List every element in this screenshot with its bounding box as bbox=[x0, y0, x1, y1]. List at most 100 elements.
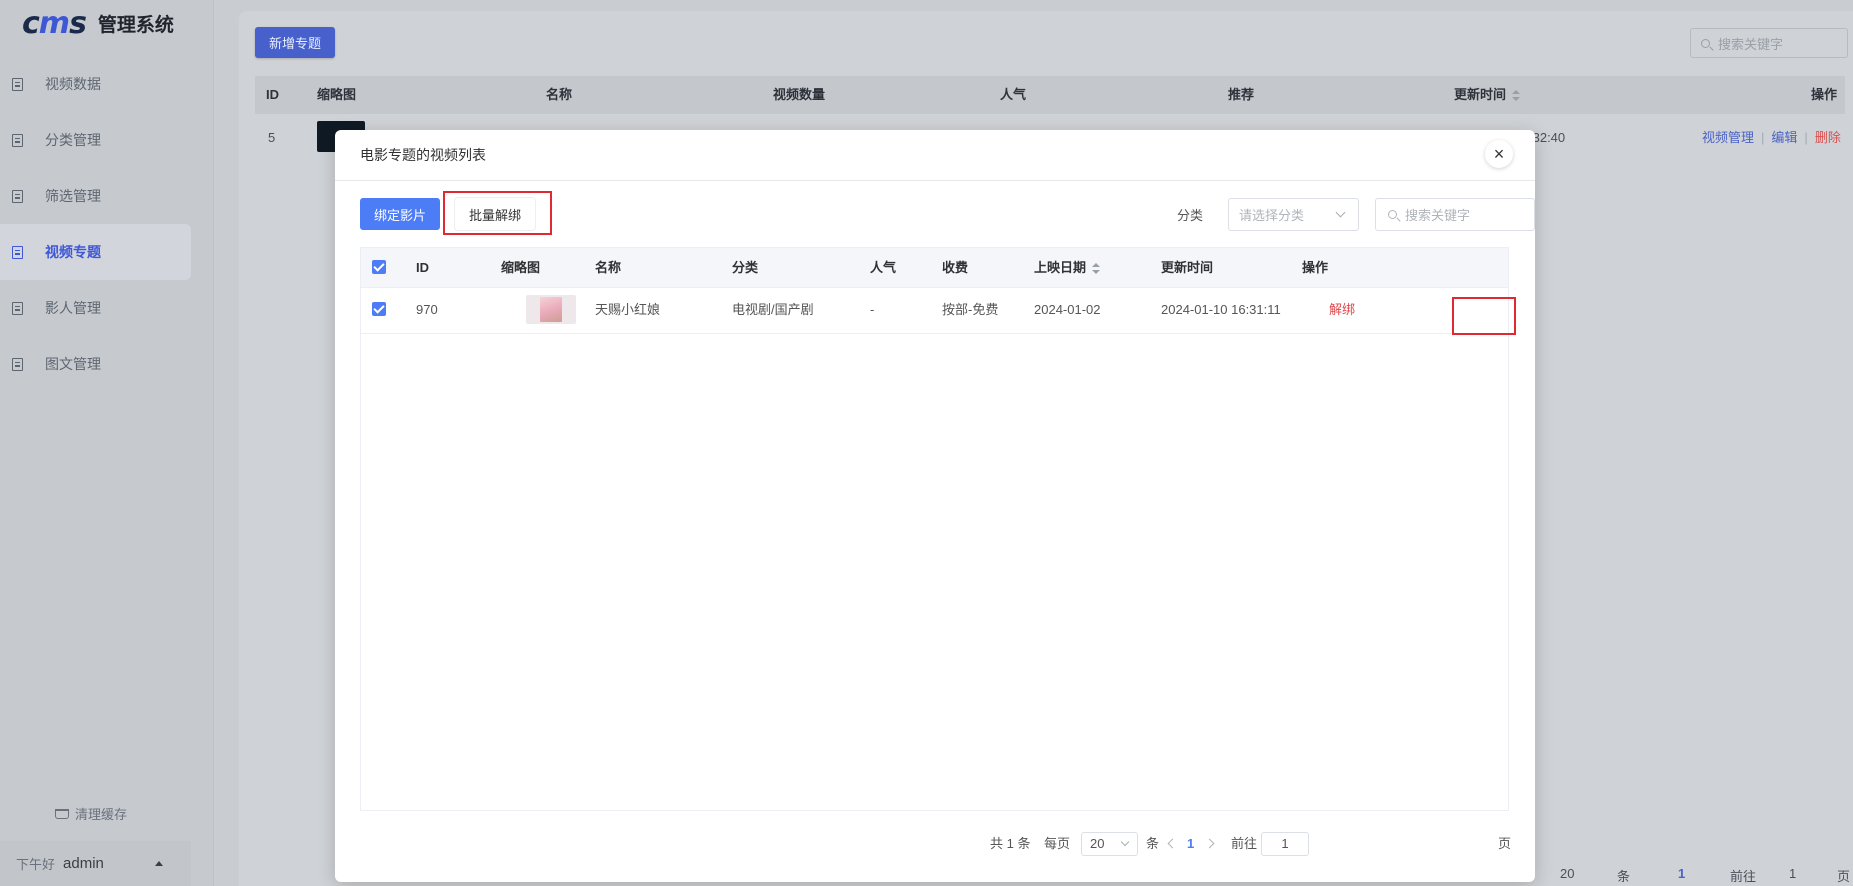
document-icon bbox=[12, 133, 23, 147]
column-header: 名称 bbox=[546, 87, 573, 102]
column-header: 更新时间 bbox=[1161, 260, 1214, 275]
column-header: 缩略图 bbox=[317, 87, 357, 102]
category-placeholder: 请选择分类 bbox=[1239, 208, 1305, 223]
search-icon bbox=[1388, 210, 1397, 219]
goto-page-input[interactable]: 1 bbox=[1261, 832, 1309, 856]
goto-input[interactable]: 1 bbox=[1789, 866, 1796, 881]
page-size-value: 20 bbox=[1090, 836, 1105, 851]
column-header: 收费 bbox=[942, 260, 969, 275]
sidebar-item-label: 视频专题 bbox=[45, 244, 101, 260]
sidebar-item-articles[interactable]: 图文管理 bbox=[0, 336, 191, 392]
sidebar-item-label: 影人管理 bbox=[45, 300, 101, 316]
user-name: admin bbox=[63, 855, 104, 872]
topic-search-input[interactable]: 搜索关键字 bbox=[1690, 28, 1848, 58]
select-all-checkbox[interactable] bbox=[372, 260, 386, 274]
row-category: 电视剧/国产剧 bbox=[732, 302, 814, 317]
dialog-title: 电影专题的视频列表 bbox=[360, 147, 486, 163]
column-header: 人气 bbox=[870, 260, 897, 275]
sidebar-item-video-topics[interactable]: 视频专题 bbox=[0, 224, 191, 280]
document-icon bbox=[12, 77, 23, 91]
next-page-icon[interactable] bbox=[1204, 838, 1215, 849]
sidebar: cms 管理系统 视频数据 分类管理 筛选管理 视频专题 影人管理 图文管理 清… bbox=[0, 0, 214, 886]
column-header: 分类 bbox=[732, 260, 759, 275]
search-placeholder: 搜索关键字 bbox=[1405, 208, 1471, 223]
close-icon: × bbox=[1493, 143, 1505, 164]
column-header: 缩略图 bbox=[501, 260, 541, 275]
column-header-sortable[interactable]: 更新时间 bbox=[1454, 76, 1521, 114]
unbind-link[interactable]: 解绑 bbox=[1329, 287, 1355, 333]
row-name: 天赐小红娘 bbox=[595, 302, 661, 317]
column-header-sortable[interactable]: 上映日期 bbox=[1034, 248, 1101, 287]
column-header: 操作 bbox=[1302, 260, 1329, 275]
dialog-header: 电影专题的视频列表 bbox=[335, 130, 1535, 181]
per-page-label: 每页 bbox=[1044, 836, 1071, 851]
row-id: 970 bbox=[416, 302, 438, 317]
add-topic-button[interactable]: 新增专题 bbox=[255, 27, 335, 58]
video-search-input[interactable]: 搜索关键字 bbox=[1375, 198, 1535, 231]
sidebar-item-label: 视频数据 bbox=[45, 76, 101, 92]
logo-mark: cms bbox=[22, 6, 87, 41]
highlight-box bbox=[443, 191, 552, 235]
app-logo: cms 管理系统 bbox=[22, 6, 174, 41]
column-header: 名称 bbox=[595, 260, 622, 275]
column-header: 人气 bbox=[1000, 87, 1027, 102]
row-checkbox[interactable] bbox=[372, 302, 386, 316]
video-table-header: ID 缩略图 名称 分类 人气 收费 上映日期 更新时间 操作 bbox=[361, 248, 1508, 288]
prev-page-icon[interactable] bbox=[1167, 838, 1178, 849]
column-header-label: 上映日期 bbox=[1034, 260, 1087, 275]
page-suffix: 页 bbox=[1498, 836, 1512, 851]
total-count: 共 1 条 bbox=[990, 836, 1031, 851]
sidebar-menu: 视频数据 分类管理 筛选管理 视频专题 影人管理 图文管理 bbox=[0, 56, 191, 392]
clear-cache-button[interactable]: 清理缓存 bbox=[55, 804, 127, 823]
close-button[interactable]: × bbox=[1485, 140, 1513, 168]
current-page[interactable]: 1 bbox=[1187, 832, 1194, 856]
row-release-date: 2024-01-02 bbox=[1034, 302, 1101, 317]
column-header: 操作 bbox=[1811, 87, 1838, 102]
sidebar-item-video-data[interactable]: 视频数据 bbox=[0, 56, 191, 112]
page-size-unit: 条 bbox=[1146, 836, 1160, 851]
video-manage-link[interactable]: 视频管理 bbox=[1702, 130, 1754, 145]
topic-video-list-dialog: 电影专题的视频列表 × 绑定影片 批量解绑 分类 请选择分类 搜索关键字 ID … bbox=[335, 130, 1535, 882]
video-thumbnail bbox=[526, 295, 576, 324]
sort-icon bbox=[1512, 90, 1521, 102]
dialog-pagination: 共 1 条 每页 20 条 1 前往 1 页 bbox=[335, 832, 1535, 856]
clear-cache-label: 清理缓存 bbox=[75, 807, 128, 822]
document-icon bbox=[12, 357, 23, 371]
sidebar-item-label: 筛选管理 bbox=[45, 188, 101, 204]
edit-link[interactable]: 编辑 bbox=[1771, 130, 1797, 145]
sidebar-item-people[interactable]: 影人管理 bbox=[0, 280, 191, 336]
search-icon bbox=[1701, 38, 1710, 48]
chevron-down-icon bbox=[1335, 207, 1346, 218]
chevron-down-icon bbox=[1120, 837, 1130, 847]
caret-up-icon bbox=[155, 861, 163, 866]
column-header: 推荐 bbox=[1228, 87, 1255, 102]
document-icon bbox=[12, 189, 23, 203]
sidebar-item-filter[interactable]: 筛选管理 bbox=[0, 168, 191, 224]
current-page[interactable]: 1 bbox=[1678, 866, 1685, 881]
page-size-unit: 条 bbox=[1617, 869, 1631, 884]
sort-icon bbox=[1092, 263, 1101, 275]
bind-video-button[interactable]: 绑定影片 bbox=[360, 198, 440, 230]
row-popularity: - bbox=[870, 302, 875, 317]
basket-icon bbox=[55, 808, 69, 819]
category-select[interactable]: 请选择分类 bbox=[1228, 198, 1359, 231]
greeting: 下午好 bbox=[16, 857, 56, 872]
column-header-label: 更新时间 bbox=[1454, 87, 1507, 102]
row-updated-time: 2024-01-10 16:31:11 bbox=[1161, 302, 1281, 317]
row-id: 5 bbox=[268, 130, 276, 145]
row-fee: 按部-免费 bbox=[942, 302, 999, 317]
sidebar-item-category[interactable]: 分类管理 bbox=[0, 112, 191, 168]
page-size-select[interactable]: 20 bbox=[1081, 832, 1138, 856]
page-size-select[interactable]: 20 bbox=[1560, 866, 1574, 881]
sidebar-item-label: 分类管理 bbox=[45, 132, 101, 148]
column-header: ID bbox=[266, 87, 279, 102]
document-icon bbox=[12, 301, 23, 315]
page-suffix: 页 bbox=[1837, 869, 1851, 884]
category-label: 分类 bbox=[1177, 208, 1204, 223]
goto-label: 前往 bbox=[1730, 869, 1757, 884]
column-header: 视频数量 bbox=[773, 87, 826, 102]
logo-text: 管理系统 bbox=[97, 14, 174, 36]
delete-link[interactable]: 删除 bbox=[1815, 130, 1841, 145]
user-menu[interactable]: 下午好 admin bbox=[0, 841, 191, 886]
row-actions: 视频管理 | 编辑 | 删除 bbox=[1702, 130, 1841, 145]
